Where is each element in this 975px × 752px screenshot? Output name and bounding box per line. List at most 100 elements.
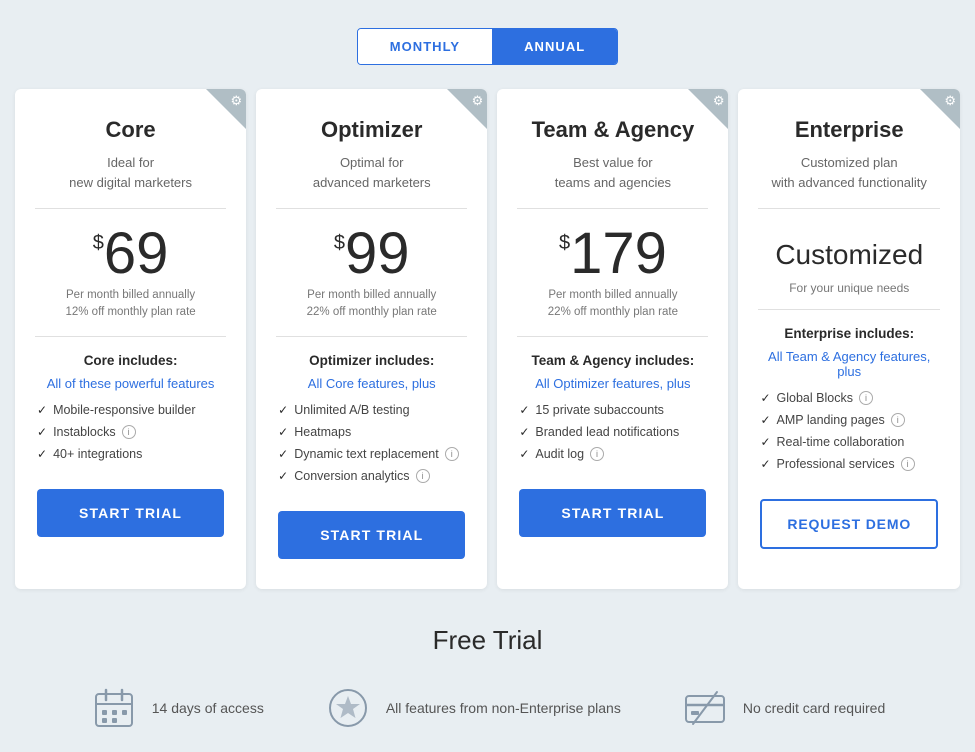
settings-icon: ⚙ bbox=[472, 93, 484, 109]
feature-label-optimizer-2: Dynamic text replacement bbox=[294, 447, 439, 461]
plan-desc-enterprise: Customized planwith advanced functionali… bbox=[758, 153, 940, 192]
corner-badge-optimizer: ⚙ bbox=[447, 89, 487, 129]
plan-desc-core: Ideal fornew digital marketers bbox=[35, 153, 226, 192]
feature-item-team-agency-1: ✓ Branded lead notifications bbox=[519, 425, 706, 439]
price-amount-team-agency: 179 bbox=[570, 225, 667, 283]
feature-label-core-1: Instablocks bbox=[53, 425, 116, 439]
feature-label-team-agency-2: Audit log bbox=[535, 447, 584, 461]
feature-label-team-agency-0: 15 private subaccounts bbox=[535, 403, 664, 417]
trial-feature-features: All features from non-Enterprise plans bbox=[324, 684, 621, 732]
features-section-team-agency: Team & Agency includes: All Optimizer fea… bbox=[497, 337, 728, 489]
corner-badge-core: ⚙ bbox=[206, 89, 246, 129]
monthly-toggle[interactable]: MONTHLY bbox=[358, 29, 492, 64]
info-icon-enterprise-0[interactable]: i bbox=[859, 391, 873, 405]
price-customized-enterprise: Customized bbox=[758, 225, 940, 275]
btn-section-optimizer: START TRIAL bbox=[256, 511, 487, 559]
features-link-team-agency[interactable]: All Optimizer features, plus bbox=[519, 376, 706, 391]
plan-card-enterprise: ⚙ Enterprise Customized planwith advance… bbox=[738, 89, 960, 589]
cta-button-optimizer[interactable]: START TRIAL bbox=[278, 511, 465, 559]
check-icon-team-agency-1: ✓ bbox=[519, 425, 529, 439]
price-amount-core: 69 bbox=[104, 225, 169, 283]
price-dollar-optimizer: $ bbox=[334, 233, 345, 253]
btn-section-enterprise: REQUEST DEMO bbox=[738, 499, 960, 549]
feature-item-enterprise-0: ✓ Global Blocks i bbox=[760, 391, 938, 405]
feature-label-enterprise-1: AMP landing pages bbox=[777, 413, 885, 427]
feature-item-optimizer-2: ✓ Dynamic text replacement i bbox=[278, 447, 465, 461]
corner-badge-team-agency: ⚙ bbox=[688, 89, 728, 129]
price-row-core: $ 69 bbox=[35, 225, 226, 283]
check-icon-core-0: ✓ bbox=[37, 403, 47, 417]
settings-icon: ⚙ bbox=[944, 93, 956, 109]
btn-section-team-agency: START TRIAL bbox=[497, 489, 728, 537]
plan-name-team-agency: Team & Agency bbox=[517, 117, 708, 143]
plans-container: ⚙ Core Ideal fornew digital marketers $ … bbox=[0, 89, 975, 589]
check-icon-optimizer-1: ✓ bbox=[278, 425, 288, 439]
top-toggle: MONTHLY ANNUAL bbox=[0, 0, 975, 89]
plan-card-team-agency: ⚙ Team & Agency Best value forteams and … bbox=[497, 89, 728, 589]
price-amount-optimizer: 99 bbox=[345, 225, 410, 283]
price-section-team-agency: $ 179 Per month billed annually22% off m… bbox=[497, 209, 728, 336]
settings-icon: ⚙ bbox=[713, 93, 725, 109]
check-icon-optimizer-0: ✓ bbox=[278, 403, 288, 417]
feature-label-optimizer-3: Conversion analytics bbox=[294, 469, 409, 483]
price-section-enterprise: Customized For your unique needs bbox=[738, 209, 960, 309]
price-row-team-agency: $ 179 bbox=[517, 225, 708, 283]
feature-item-team-agency-2: ✓ Audit log i bbox=[519, 447, 706, 461]
cta-button-core[interactable]: START TRIAL bbox=[37, 489, 224, 537]
info-icon-core-1[interactable]: i bbox=[122, 425, 136, 439]
check-icon-core-1: ✓ bbox=[37, 425, 47, 439]
feature-item-optimizer-3: ✓ Conversion analytics i bbox=[278, 469, 465, 483]
feature-item-core-2: ✓ 40+ integrations bbox=[37, 447, 224, 461]
feature-item-core-1: ✓ Instablocks i bbox=[37, 425, 224, 439]
calendar-icon bbox=[90, 684, 138, 732]
features-link-core[interactable]: All of these powerful features bbox=[37, 376, 224, 391]
features-title-optimizer: Optimizer includes: bbox=[278, 353, 465, 368]
feature-item-team-agency-0: ✓ 15 private subaccounts bbox=[519, 403, 706, 417]
info-icon-team-agency-2[interactable]: i bbox=[590, 447, 604, 461]
check-icon-optimizer-3: ✓ bbox=[278, 469, 288, 483]
features-section-optimizer: Optimizer includes: All Core features, pl… bbox=[256, 337, 487, 511]
free-trial-features: 14 days of access All features from non-… bbox=[0, 684, 975, 732]
feature-label-enterprise-3: Professional services bbox=[777, 457, 895, 471]
feature-item-enterprise-1: ✓ AMP landing pages i bbox=[760, 413, 938, 427]
settings-icon: ⚙ bbox=[231, 93, 243, 109]
price-unique-enterprise: For your unique needs bbox=[758, 281, 940, 295]
check-icon-enterprise-3: ✓ bbox=[760, 457, 770, 471]
trial-label-no-card: No credit card required bbox=[743, 700, 885, 716]
feature-item-core-0: ✓ Mobile-responsive builder bbox=[37, 403, 224, 417]
features-link-optimizer[interactable]: All Core features, plus bbox=[278, 376, 465, 391]
feature-label-enterprise-0: Global Blocks bbox=[777, 391, 853, 405]
trial-label-features: All features from non-Enterprise plans bbox=[386, 700, 621, 716]
price-sub-core: Per month billed annually12% off monthly… bbox=[35, 287, 226, 322]
annual-toggle[interactable]: ANNUAL bbox=[492, 29, 617, 64]
trial-feature-access: 14 days of access bbox=[90, 684, 264, 732]
info-icon-optimizer-2[interactable]: i bbox=[445, 447, 459, 461]
cta-button-team-agency[interactable]: START TRIAL bbox=[519, 489, 706, 537]
plan-name-optimizer: Optimizer bbox=[276, 117, 467, 143]
check-icon-enterprise-0: ✓ bbox=[760, 391, 770, 405]
check-icon-enterprise-2: ✓ bbox=[760, 435, 770, 449]
trial-feature-no-card: No credit card required bbox=[681, 684, 885, 732]
check-icon-team-agency-0: ✓ bbox=[519, 403, 529, 417]
corner-badge-enterprise: ⚙ bbox=[920, 89, 960, 129]
plan-name-core: Core bbox=[35, 117, 226, 143]
features-section-core: Core includes: All of these powerful feat… bbox=[15, 337, 246, 489]
cta-button-enterprise[interactable]: REQUEST DEMO bbox=[760, 499, 938, 549]
info-icon-optimizer-3[interactable]: i bbox=[416, 469, 430, 483]
info-icon-enterprise-1[interactable]: i bbox=[891, 413, 905, 427]
price-section-optimizer: $ 99 Per month billed annually22% off mo… bbox=[256, 209, 487, 336]
feature-item-optimizer-1: ✓ Heatmaps bbox=[278, 425, 465, 439]
features-link-enterprise[interactable]: All Team & Agency features, plus bbox=[760, 349, 938, 379]
price-section-core: $ 69 Per month billed annually12% off mo… bbox=[15, 209, 246, 336]
features-title-team-agency: Team & Agency includes: bbox=[519, 353, 706, 368]
check-icon-enterprise-1: ✓ bbox=[760, 413, 770, 427]
feature-label-core-2: 40+ integrations bbox=[53, 447, 142, 461]
info-icon-enterprise-3[interactable]: i bbox=[901, 457, 915, 471]
feature-item-optimizer-0: ✓ Unlimited A/B testing bbox=[278, 403, 465, 417]
plan-desc-optimizer: Optimal foradvanced marketers bbox=[276, 153, 467, 192]
features-title-core: Core includes: bbox=[37, 353, 224, 368]
no-card-icon bbox=[681, 684, 729, 732]
feature-label-core-0: Mobile-responsive builder bbox=[53, 403, 195, 417]
btn-section-core: START TRIAL bbox=[15, 489, 246, 537]
plan-name-enterprise: Enterprise bbox=[758, 117, 940, 143]
